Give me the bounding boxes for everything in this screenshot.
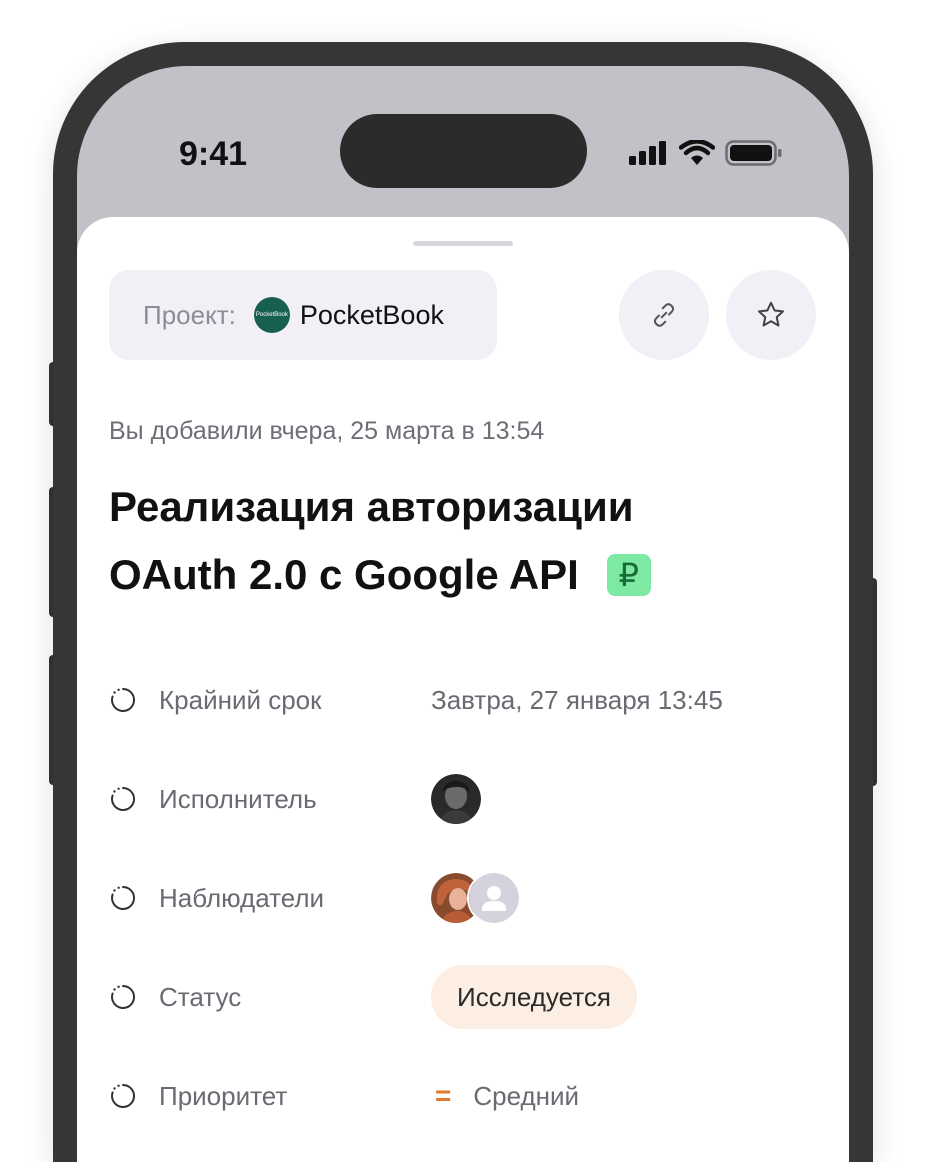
battery-icon xyxy=(725,140,782,166)
favorite-button[interactable] xyxy=(726,270,816,360)
assignee-avatar[interactable] xyxy=(431,774,481,824)
added-info: Вы добавили вчера, 25 марта в 13:54 xyxy=(109,417,545,445)
wifi-icon xyxy=(679,140,715,165)
assignee-label: Исполнитель xyxy=(159,783,317,814)
project-label: Проект: xyxy=(143,299,236,330)
task-title: Реализация авторизации OAuth 2.0 с Googl… xyxy=(109,473,749,609)
star-icon xyxy=(758,301,784,327)
loading-icon xyxy=(111,687,135,712)
status-pill[interactable]: Исследуется xyxy=(431,965,637,1029)
watcher-placeholder-avatar[interactable] xyxy=(467,871,521,925)
pocketbook-logo: PocketBook xyxy=(253,297,290,333)
project-chip[interactable]: Проект: PocketBook PocketBook xyxy=(109,270,497,360)
task-title-line-2: OAuth 2.0 с Google API xyxy=(109,551,579,598)
deadline-value: Завтра, 27 января 13:45 xyxy=(431,684,723,715)
priority-row[interactable]: Приоритет = Средний xyxy=(109,1071,579,1121)
project-name: PocketBook xyxy=(299,299,444,330)
deadline-value-container: Завтра, 27 января 13:45 xyxy=(431,685,723,716)
watchers-row[interactable]: Наблюдатели xyxy=(109,871,521,925)
task-sheet: Проект: PocketBook PocketBook Вы добавил… xyxy=(77,217,849,1162)
loading-icon xyxy=(111,1083,135,1108)
copy-link-button[interactable] xyxy=(619,270,709,360)
paid-badge: ₽ xyxy=(606,554,651,596)
priority-value: Средний xyxy=(473,1080,580,1111)
sheet-grabber[interactable] xyxy=(413,241,513,246)
deadline-row[interactable]: Крайний срок Завтра, 27 января 13:45 xyxy=(109,675,723,725)
cellular-signal-icon xyxy=(629,141,666,165)
watchers-value xyxy=(431,871,521,925)
priority-label: Приоритет xyxy=(159,1080,288,1111)
loading-icon xyxy=(111,786,135,811)
dynamic-island xyxy=(340,114,587,188)
status-time: 9:41 xyxy=(179,135,248,173)
priority-value-container: = Средний xyxy=(431,1080,579,1112)
phone-screen: 9:41 Проект: PocketBook PocketBook Вы до… xyxy=(77,66,849,1162)
deadline-label: Крайний срок xyxy=(159,684,322,715)
priority-medium-icon: = xyxy=(435,1080,452,1111)
task-title-line-1: Реализация авторизации xyxy=(109,483,634,530)
assignee-value xyxy=(431,774,481,824)
status-value: Исследуется xyxy=(431,965,637,1029)
link-icon xyxy=(653,303,675,327)
phone-frame: 9:41 Проект: PocketBook PocketBook Вы до… xyxy=(53,42,873,1162)
status-icons xyxy=(629,140,783,166)
status-label: Статус xyxy=(159,981,242,1012)
status-row[interactable]: Статус Исследуется xyxy=(109,965,637,1029)
logo-text: PocketBook xyxy=(255,312,288,318)
loading-icon xyxy=(111,885,135,910)
loading-icon xyxy=(111,984,135,1009)
assignee-row[interactable]: Исполнитель xyxy=(109,774,481,824)
watchers-label: Наблюдатели xyxy=(159,882,325,913)
